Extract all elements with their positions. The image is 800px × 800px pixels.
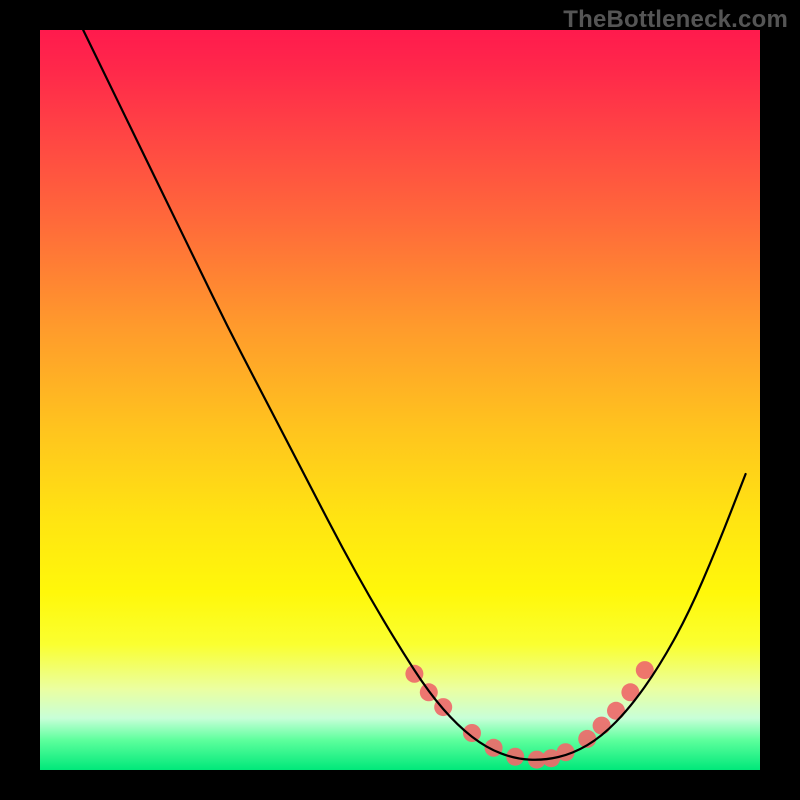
chart-plot-area bbox=[40, 30, 760, 770]
chart-marker bbox=[578, 730, 596, 748]
chart-marker bbox=[621, 683, 639, 701]
chart-svg bbox=[40, 30, 760, 770]
chart-marker bbox=[636, 661, 654, 679]
chart-marker bbox=[485, 739, 503, 757]
chart-marker bbox=[420, 683, 438, 701]
chart-marker bbox=[542, 749, 560, 767]
chart-frame: TheBottleneck.com bbox=[0, 0, 800, 800]
chart-marker bbox=[405, 665, 423, 683]
chart-marker bbox=[607, 702, 625, 720]
chart-markers bbox=[405, 661, 653, 769]
chart-marker bbox=[528, 751, 546, 769]
chart-marker bbox=[593, 717, 611, 735]
chart-marker bbox=[463, 724, 481, 742]
chart-curve-path bbox=[83, 30, 745, 760]
watermark-text: TheBottleneck.com bbox=[563, 6, 788, 34]
chart-marker bbox=[434, 698, 452, 716]
chart-marker bbox=[557, 743, 575, 761]
chart-marker bbox=[506, 748, 524, 766]
